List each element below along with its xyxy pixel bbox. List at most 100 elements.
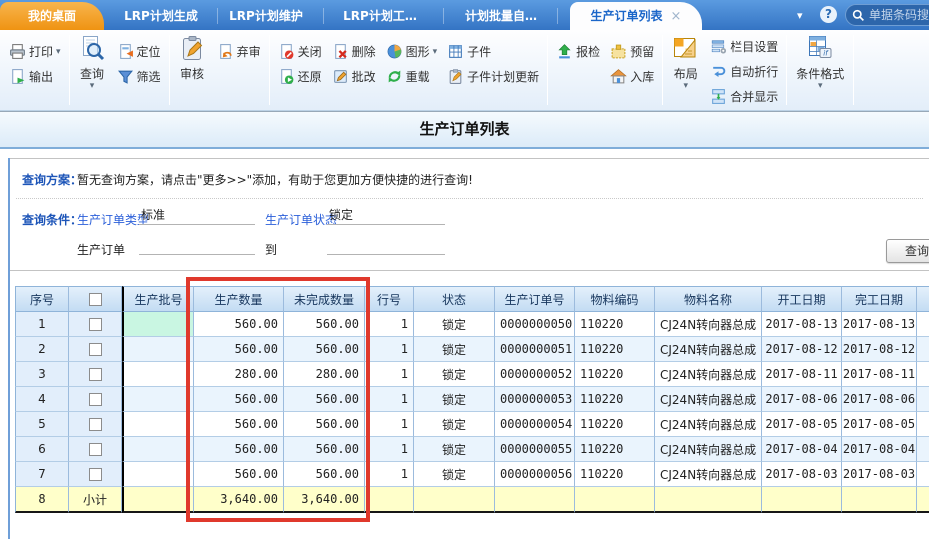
- cell-extra[interactable]: [917, 362, 929, 387]
- tab-overflow-caret-icon[interactable]: ▾: [797, 9, 803, 22]
- cell-extra[interactable]: [917, 387, 929, 412]
- cell-line[interactable]: 1: [365, 362, 414, 387]
- cell-start[interactable]: 2017-08-11: [762, 362, 842, 387]
- cell-status[interactable]: 锁定: [414, 437, 495, 462]
- column-settings-button[interactable]: 栏目设置: [705, 34, 783, 59]
- cell-unfinished[interactable]: 560.00: [284, 337, 365, 362]
- help-icon[interactable]: ?: [820, 6, 837, 23]
- cell-seq[interactable]: 2: [15, 337, 69, 362]
- cell-start[interactable]: 2017-08-04: [762, 437, 842, 462]
- cell-mname[interactable]: CJ24N转向器总成: [655, 362, 762, 387]
- row-checkbox[interactable]: [89, 368, 102, 381]
- cell-seq[interactable]: 1: [15, 312, 69, 337]
- tab-lrp-plan-work[interactable]: LRP计划工…: [322, 2, 438, 30]
- column-header-mcode[interactable]: 物料编码: [575, 286, 655, 312]
- cell-order[interactable]: 0000000056: [495, 462, 575, 487]
- tab-my-desktop[interactable]: 我的桌面: [0, 2, 104, 30]
- cell-start[interactable]: 2017-08-03: [762, 462, 842, 487]
- cell-qty[interactable]: 560.00: [194, 412, 284, 437]
- locate-button[interactable]: 定位: [112, 39, 166, 64]
- inspect-button[interactable]: 报检: [551, 39, 605, 64]
- tab-plan-batch[interactable]: 计划批量自…: [450, 2, 552, 30]
- cell-start[interactable]: 2017-08-06: [762, 387, 842, 412]
- cell-qty[interactable]: 560.00: [194, 387, 284, 412]
- cell-line[interactable]: 1: [365, 337, 414, 362]
- instock-button[interactable]: 入库: [605, 64, 659, 89]
- cell-end[interactable]: 2017-08-11: [842, 362, 917, 387]
- unaudit-button[interactable]: 弃审: [212, 39, 266, 64]
- order-status-input[interactable]: 锁定: [327, 206, 445, 225]
- cell-line[interactable]: 1: [365, 387, 414, 412]
- layout-button[interactable]: 布局 ▾: [666, 33, 705, 107]
- query-submit-button[interactable]: 查询: [886, 239, 929, 263]
- delete-button[interactable]: 删除: [327, 39, 381, 64]
- cell-unfinished[interactable]: 560.00: [284, 312, 365, 337]
- cell-extra[interactable]: [917, 437, 929, 462]
- cell-extra[interactable]: [917, 412, 929, 437]
- cell-extra[interactable]: [917, 337, 929, 362]
- cell-start[interactable]: 2017-08-12: [762, 337, 842, 362]
- cell-mcode[interactable]: 110220: [575, 387, 655, 412]
- cell-mcode[interactable]: 110220: [575, 337, 655, 362]
- cell-qty[interactable]: 560.00: [194, 462, 284, 487]
- cell-mname[interactable]: CJ24N转向器总成: [655, 412, 762, 437]
- column-header-status[interactable]: 状态: [414, 286, 495, 312]
- cell-seq[interactable]: 5: [15, 412, 69, 437]
- cell-unfinished[interactable]: 560.00: [284, 437, 365, 462]
- cell-line[interactable]: 1: [365, 462, 414, 487]
- cell-extra[interactable]: [917, 462, 929, 487]
- cell-mname[interactable]: CJ24N转向器总成: [655, 437, 762, 462]
- query-button[interactable]: 查询 ▾: [73, 33, 112, 107]
- barcode-search[interactable]: [845, 4, 929, 26]
- cell-qty[interactable]: 280.00: [194, 362, 284, 387]
- auto-wrap-button[interactable]: 自动折行: [705, 59, 783, 84]
- column-header-line[interactable]: 行号: [365, 286, 414, 312]
- subitem-plan-update-button[interactable]: 子件计划更新: [442, 64, 544, 89]
- cell-check[interactable]: [69, 362, 122, 387]
- column-header-start[interactable]: 开工日期: [762, 286, 842, 312]
- search-input[interactable]: [869, 8, 929, 22]
- cell-seq[interactable]: 7: [15, 462, 69, 487]
- close-button[interactable]: 关闭: [273, 39, 327, 64]
- tab-lrp-plan-maintain[interactable]: LRP计划维护: [214, 2, 318, 30]
- cell-unfinished[interactable]: 560.00: [284, 387, 365, 412]
- restore-button[interactable]: 还原: [273, 64, 327, 89]
- cell-mname[interactable]: CJ24N转向器总成: [655, 337, 762, 362]
- column-header-end[interactable]: 完工日期: [842, 286, 917, 312]
- column-header-unfinished[interactable]: 未完成数量: [284, 286, 365, 312]
- cell-mcode[interactable]: 110220: [575, 312, 655, 337]
- cell-mcode[interactable]: 110220: [575, 462, 655, 487]
- cell-qty[interactable]: 560.00: [194, 312, 284, 337]
- cell-unfinished[interactable]: 560.00: [284, 412, 365, 437]
- cell-end[interactable]: 2017-08-05: [842, 412, 917, 437]
- order-from-input[interactable]: [139, 236, 255, 255]
- column-header-batch[interactable]: 生产批号: [122, 286, 194, 312]
- cell-order[interactable]: 0000000053: [495, 387, 575, 412]
- cell-status[interactable]: 锁定: [414, 387, 495, 412]
- cell-mname[interactable]: CJ24N转向器总成: [655, 462, 762, 487]
- cell-end[interactable]: 2017-08-06: [842, 387, 917, 412]
- cell-start[interactable]: 2017-08-05: [762, 412, 842, 437]
- cell-batch[interactable]: [122, 337, 194, 362]
- cell-mcode[interactable]: 110220: [575, 437, 655, 462]
- cell-status[interactable]: 锁定: [414, 462, 495, 487]
- cell-mcode[interactable]: 110220: [575, 362, 655, 387]
- cell-check[interactable]: [69, 412, 122, 437]
- cell-seq[interactable]: 6: [15, 437, 69, 462]
- column-header-order[interactable]: 生产订单号: [495, 286, 575, 312]
- close-icon[interactable]: ×: [671, 9, 682, 24]
- cell-check[interactable]: [69, 387, 122, 412]
- cell-unfinished[interactable]: 560.00: [284, 462, 365, 487]
- output-button[interactable]: 输出: [4, 64, 66, 89]
- reload-button[interactable]: 重载: [381, 64, 443, 89]
- order-to-input[interactable]: [327, 236, 445, 255]
- merge-display-button[interactable]: 合并显示: [705, 84, 783, 109]
- select-all-checkbox[interactable]: [89, 293, 102, 306]
- row-checkbox[interactable]: [89, 318, 102, 331]
- cell-batch[interactable]: [122, 462, 194, 487]
- subitem-button[interactable]: 子件: [442, 39, 544, 64]
- column-header-extra[interactable]: [917, 286, 929, 312]
- cell-check[interactable]: [69, 337, 122, 362]
- cell-end[interactable]: 2017-08-13: [842, 312, 917, 337]
- column-header-qty[interactable]: 生产数量: [194, 286, 284, 312]
